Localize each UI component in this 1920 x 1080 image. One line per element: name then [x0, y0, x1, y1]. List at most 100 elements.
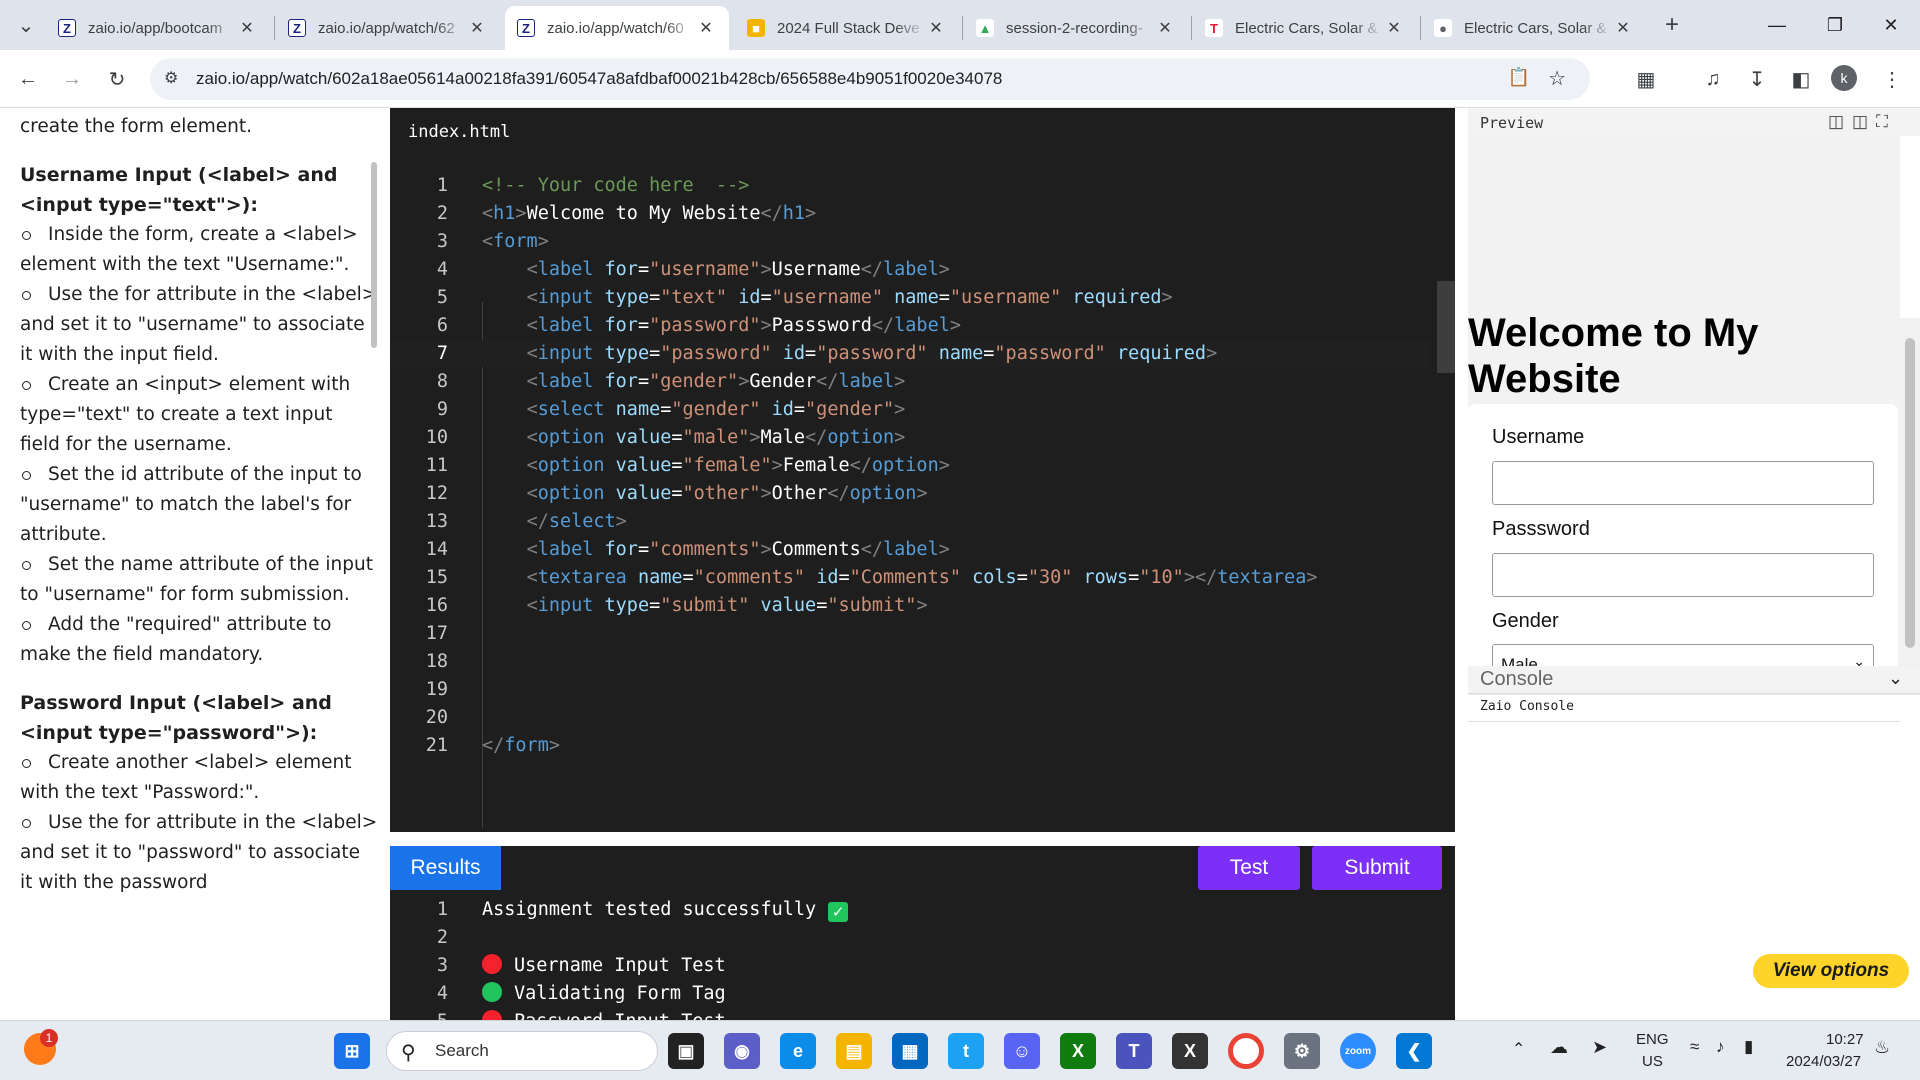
taskbar-search[interactable]: ⚲ Search: [386, 1031, 658, 1071]
code-line[interactable]: 13 </select>: [390, 508, 1430, 535]
onedrive-icon[interactable]: ☁: [1550, 1037, 1568, 1058]
side-panel-icon[interactable]: ◧: [1785, 63, 1817, 95]
browser-tab[interactable]: Zzaio.io/app/watch/62 ✕: [276, 6, 500, 50]
file-tab[interactable]: index.html: [408, 122, 510, 142]
editor-resize-handle[interactable]: [390, 832, 1455, 846]
code-line[interactable]: 9 <select name="gender" id="gender">: [390, 396, 1430, 423]
close-icon[interactable]: ✕: [695, 18, 717, 38]
code-line[interactable]: 20: [390, 704, 1430, 731]
xbox-bar-icon[interactable]: X: [1172, 1033, 1208, 1069]
reload-button[interactable]: ↻: [101, 63, 133, 95]
discord-icon[interactable]: ☺: [1004, 1033, 1040, 1069]
back-button[interactable]: ←: [12, 63, 44, 95]
code-line[interactable]: 12 <option value="other">Other</option>: [390, 480, 1430, 507]
file-explorer-icon[interactable]: ▤: [836, 1033, 872, 1069]
task-view-icon[interactable]: ▣: [668, 1033, 704, 1069]
code-line[interactable]: 5 <input type="text" id="username" name=…: [390, 284, 1430, 311]
new-tab-button[interactable]: +: [1656, 9, 1688, 41]
browser-tab[interactable]: ▲ session-2-recording- ✕: [964, 6, 1188, 50]
download-icon[interactable]: ↧: [1741, 63, 1773, 95]
address-bar[interactable]: ⚙ zaio.io/app/watch/602a18ae05614a00218f…: [150, 58, 1590, 100]
close-icon[interactable]: ✕: [466, 18, 488, 38]
code-line[interactable]: 11 <option value="female">Female</option…: [390, 452, 1430, 479]
menu-icon[interactable]: ⋮: [1876, 63, 1908, 95]
browser-tab[interactable]: Zzaio.io/app/watch/60 ✕: [505, 6, 729, 50]
code-line[interactable]: 6 <label for="password">Passsword</label…: [390, 312, 1430, 339]
media-control-icon[interactable]: ♫: [1697, 63, 1729, 95]
fullscreen-icon[interactable]: ⛶: [1876, 112, 1888, 132]
code-line[interactable]: 1 <!-- Your code here -->: [390, 172, 1430, 199]
code-line[interactable]: 19: [390, 676, 1430, 703]
clock-time[interactable]: 10:27: [1826, 1031, 1864, 1048]
code-line[interactable]: 16 <input type="submit" value="submit">: [390, 592, 1430, 619]
preview-gender-select[interactable]: Male ⌄: [1492, 644, 1874, 666]
code-line[interactable]: 7 <input type="password" id="password" n…: [390, 340, 1430, 367]
code-line[interactable]: 17: [390, 620, 1430, 647]
chevron-up-icon[interactable]: ⌃: [1512, 1039, 1525, 1059]
close-icon[interactable]: ✕: [925, 18, 947, 38]
battery-icon[interactable]: ▮: [1744, 1037, 1753, 1057]
twitter-icon[interactable]: t: [948, 1033, 984, 1069]
chevron-down-icon[interactable]: ⌄: [1888, 668, 1903, 689]
submit-button[interactable]: Submit: [1312, 846, 1442, 890]
language-indicator[interactable]: ENG: [1636, 1031, 1669, 1048]
preview-username-input[interactable]: [1492, 461, 1874, 505]
clock-date[interactable]: 2024/03/27: [1786, 1053, 1861, 1070]
region-indicator[interactable]: US: [1642, 1053, 1663, 1070]
panel-divider[interactable]: [1455, 108, 1468, 1020]
close-icon[interactable]: ✕: [1612, 18, 1634, 38]
layout-columns-icon[interactable]: ◫: [1852, 112, 1868, 132]
wifi-icon[interactable]: ≈: [1690, 1037, 1699, 1057]
preview-password-input[interactable]: [1492, 553, 1874, 597]
extensions-icon[interactable]: ▦: [1630, 63, 1662, 95]
location-icon[interactable]: ➤: [1592, 1037, 1607, 1058]
code-line[interactable]: 3 <form>: [390, 228, 1430, 255]
code-line[interactable]: 18: [390, 648, 1430, 675]
zoom-icon[interactable]: zoom: [1340, 1033, 1376, 1069]
code-token: =: [671, 455, 683, 476]
chat-icon[interactable]: ◉: [724, 1033, 760, 1069]
close-icon[interactable]: ✕: [1154, 18, 1176, 38]
close-icon[interactable]: ✕: [236, 18, 258, 38]
notification-bell-icon[interactable]: ♨: [1874, 1037, 1890, 1058]
vscode-icon[interactable]: ❮: [1396, 1033, 1432, 1069]
browser-tab[interactable]: T Electric Cars, Solar & ✕: [1193, 6, 1417, 50]
edge-icon[interactable]: e: [780, 1033, 816, 1069]
preview-scrollbar[interactable]: [1900, 318, 1920, 666]
editor-scrollbar[interactable]: [1437, 281, 1455, 373]
chrome-icon[interactable]: [1228, 1033, 1264, 1069]
profile-avatar[interactable]: k: [1831, 65, 1857, 91]
site-info-icon[interactable]: ⚙: [164, 68, 178, 88]
bookmark-star-icon[interactable]: ☆: [1548, 66, 1566, 91]
settings-icon[interactable]: ⚙: [1284, 1033, 1320, 1069]
close-icon[interactable]: ✕: [1383, 18, 1405, 38]
browser-tab[interactable]: ● Electric Cars, Solar & ✕: [1422, 6, 1646, 50]
minimize-button[interactable]: —: [1748, 0, 1806, 50]
layout-split-icon[interactable]: ◫: [1828, 112, 1844, 132]
xbox-icon[interactable]: X: [1060, 1033, 1096, 1069]
lesson-scrollbar[interactable]: [371, 162, 377, 348]
code-line[interactable]: 14 <label for="comments">Comments</label…: [390, 536, 1430, 563]
preview-scroll-thumb[interactable]: [1905, 338, 1915, 648]
clipboard-icon[interactable]: 📋: [1508, 67, 1530, 88]
view-options-button[interactable]: View options: [1753, 954, 1909, 988]
browser-tab[interactable]: Zzaio.io/app/bootcam ✕: [46, 6, 270, 50]
close-window-button[interactable]: ✕: [1862, 0, 1920, 50]
console-header[interactable]: Console ⌄: [1468, 666, 1920, 694]
code-line[interactable]: 15 <textarea name="comments" id="Comment…: [390, 564, 1430, 591]
code-line[interactable]: 4 <label for="username">Username</label>: [390, 256, 1430, 283]
test-button[interactable]: Test: [1198, 846, 1300, 890]
tab-search-icon[interactable]: ⌄: [10, 9, 42, 41]
forward-button[interactable]: →: [56, 63, 88, 95]
code-line[interactable]: 10 <option value="male">Male</option>: [390, 424, 1430, 451]
results-tab[interactable]: Results: [390, 846, 501, 890]
teams-icon[interactable]: T: [1116, 1033, 1152, 1069]
code-line[interactable]: 21 </form>: [390, 732, 1430, 759]
windows-start-icon[interactable]: ⊞: [334, 1033, 370, 1069]
code-line[interactable]: 2 <h1>Welcome to My Website</h1>: [390, 200, 1430, 227]
store-icon[interactable]: ▦: [892, 1033, 928, 1069]
restore-button[interactable]: ❐: [1806, 0, 1864, 50]
browser-tab[interactable]: ■ 2024 Full Stack Deve ✕: [735, 6, 959, 50]
volume-icon[interactable]: ♪: [1716, 1037, 1725, 1057]
code-line[interactable]: 8 <label for="gender">Gender</label>: [390, 368, 1430, 395]
